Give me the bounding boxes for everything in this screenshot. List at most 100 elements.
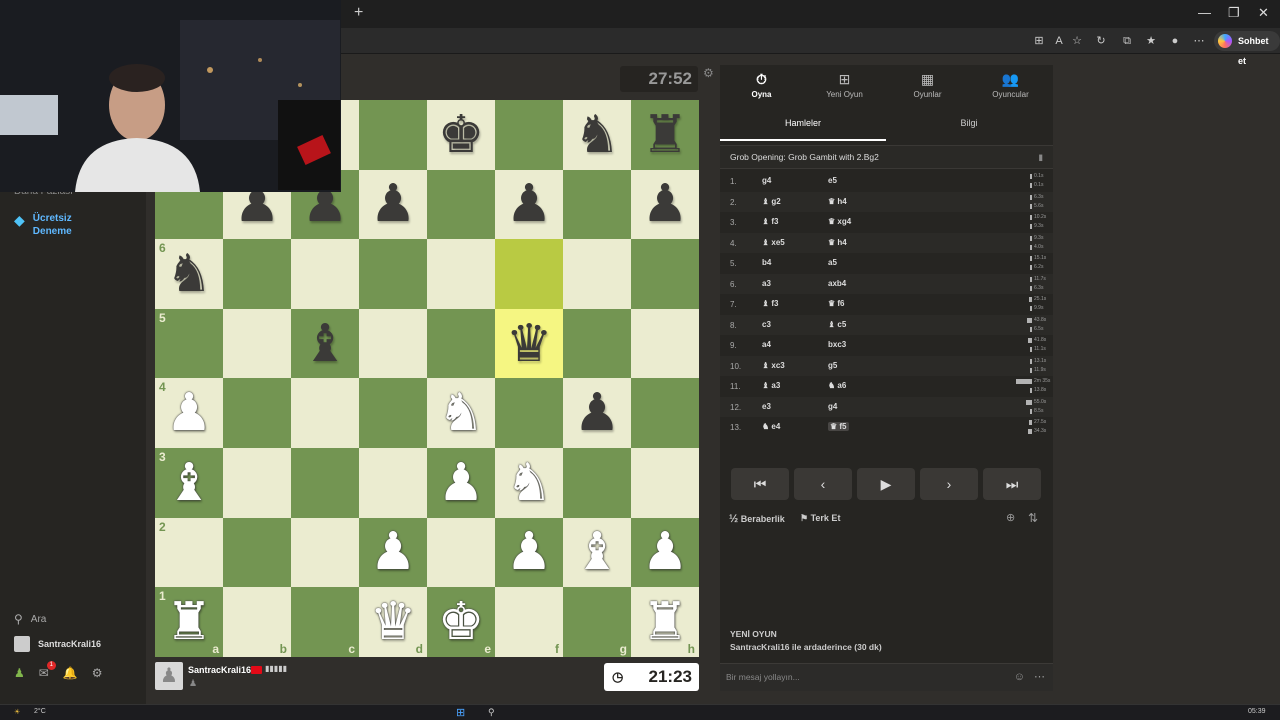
white-knight-icon[interactable]: ♞: [438, 387, 485, 439]
square-e3[interactable]: ♟: [427, 447, 495, 518]
square-d7[interactable]: ♟: [359, 169, 427, 240]
white-move[interactable]: ♝ g2: [762, 197, 781, 206]
add-time-icon[interactable]: ⊕: [1006, 511, 1015, 524]
square-a5[interactable]: 5: [155, 308, 223, 379]
white-move[interactable]: a4: [762, 340, 771, 349]
friends-icon[interactable]: ♟: [14, 666, 25, 680]
black-pawn-icon[interactable]: ♟: [642, 178, 689, 230]
profile-icon[interactable]: ●: [1166, 33, 1184, 49]
player-name[interactable]: SantracKrali16: [188, 665, 251, 675]
square-e1[interactable]: e ♚: [427, 587, 495, 657]
black-move[interactable]: e5: [828, 176, 837, 185]
white-bishop-icon[interactable]: ♝: [166, 457, 213, 509]
apps-icon[interactable]: ⊞: [1030, 33, 1048, 49]
favorites-bar-icon[interactable]: ★: [1142, 33, 1160, 49]
square-e8[interactable]: ♚: [427, 100, 495, 170]
resign-button[interactable]: ⚑ Terk Et: [800, 513, 840, 524]
square-f2[interactable]: ♟: [495, 517, 563, 588]
copilot-button[interactable]: Sohbet et: [1214, 31, 1280, 66]
square-c5[interactable]: ♝: [291, 308, 359, 379]
black-queen-icon[interactable]: ♛: [506, 318, 553, 370]
black-move[interactable]: g5: [828, 361, 837, 370]
white-move[interactable]: c3: [762, 320, 771, 329]
mail-icon[interactable]: ✉ 1: [39, 661, 56, 680]
square-f7[interactable]: ♟: [495, 169, 563, 240]
square-a1[interactable]: 1 a ♜: [155, 587, 223, 657]
square-b1[interactable]: b: [223, 587, 291, 657]
square-b5[interactable]: [223, 308, 291, 379]
square-f8[interactable]: [495, 100, 563, 170]
white-move[interactable]: b4: [762, 258, 771, 267]
more-icon[interactable]: ⋯: [1034, 664, 1045, 690]
square-h2[interactable]: ♟: [631, 517, 699, 588]
white-knight-icon[interactable]: ♞: [506, 457, 553, 509]
square-e6[interactable]: [427, 239, 495, 309]
square-g8[interactable]: ♞: [563, 100, 631, 170]
new-tab-button[interactable]: +: [354, 4, 363, 22]
white-queen-icon[interactable]: ♛: [370, 596, 417, 648]
black-move[interactable]: ♞ a6: [828, 381, 846, 390]
bell-icon[interactable]: 🔔: [63, 666, 78, 680]
square-g2[interactable]: ♝: [563, 517, 631, 588]
book-icon[interactable]: ▮: [1038, 146, 1043, 168]
square-d1[interactable]: d ♛: [359, 587, 427, 657]
draw-button[interactable]: ½ Beraberlik: [729, 513, 785, 525]
square-d5[interactable]: [359, 308, 427, 379]
black-king-icon[interactable]: ♚: [438, 109, 485, 161]
square-h5[interactable]: [631, 308, 699, 379]
white-move[interactable]: g4: [762, 176, 771, 185]
square-h7[interactable]: ♟: [631, 169, 699, 240]
square-f5[interactable]: ♛: [495, 308, 563, 379]
more-icon[interactable]: ⋯: [1190, 33, 1208, 49]
taskbar-search-icon[interactable]: ⚲: [488, 707, 495, 718]
square-g5[interactable]: [563, 308, 631, 379]
white-rook-icon[interactable]: ♜: [166, 596, 213, 648]
white-king-icon[interactable]: ♚: [438, 596, 485, 648]
minimize-button[interactable]: —: [1198, 5, 1211, 20]
last-move-button[interactable]: ⏭: [983, 468, 1041, 500]
emoji-icon[interactable]: ☺: [1014, 664, 1025, 690]
square-c3[interactable]: [291, 447, 359, 518]
black-move[interactable]: bxc3: [828, 340, 846, 349]
nav-play[interactable]: ⏱ Oyna: [720, 71, 803, 99]
square-a3[interactable]: 3 ♝: [155, 447, 223, 518]
square-e5[interactable]: [427, 308, 495, 379]
square-c1[interactable]: c: [291, 587, 359, 657]
next-move-button[interactable]: ›: [920, 468, 978, 500]
first-move-button[interactable]: ⏮: [731, 468, 789, 500]
square-e7[interactable]: [427, 169, 495, 240]
white-pawn-icon[interactable]: ♟: [642, 526, 689, 578]
white-move[interactable]: ♝ xe5: [762, 238, 785, 247]
refresh-icon[interactable]: ↻: [1092, 33, 1110, 49]
white-pawn-icon[interactable]: ♟: [438, 457, 485, 509]
maximize-button[interactable]: ❐: [1228, 5, 1240, 21]
black-pawn-icon[interactable]: ♟: [370, 178, 417, 230]
play-button[interactable]: ▶: [857, 468, 915, 500]
square-d6[interactable]: [359, 239, 427, 309]
white-pawn-icon[interactable]: ♟: [166, 387, 213, 439]
white-move[interactable]: e3: [762, 402, 771, 411]
black-pawn-icon[interactable]: ♟: [506, 178, 553, 230]
square-h3[interactable]: [631, 447, 699, 518]
square-c4[interactable]: [291, 378, 359, 448]
flip-board-icon[interactable]: ⇅: [1028, 511, 1038, 525]
square-d4[interactable]: [359, 378, 427, 448]
black-move[interactable]: a5: [828, 258, 837, 267]
square-e4[interactable]: ♞: [427, 378, 495, 448]
black-move[interactable]: ♛ f5: [828, 422, 849, 431]
square-d3[interactable]: [359, 447, 427, 518]
black-move[interactable]: ♛ h4: [828, 197, 847, 206]
square-g7[interactable]: [563, 169, 631, 240]
prev-move-button[interactable]: ‹: [794, 468, 852, 500]
white-bishop-icon[interactable]: ♝: [574, 526, 621, 578]
extensions-icon[interactable]: ⧉: [1118, 33, 1136, 49]
favorite-icon[interactable]: ☆: [1068, 33, 1086, 49]
square-a4[interactable]: 4 ♟: [155, 378, 223, 448]
square-b6[interactable]: [223, 239, 291, 309]
square-g1[interactable]: g: [563, 587, 631, 657]
sidebar-search[interactable]: ⚲ Ara: [14, 612, 46, 626]
read-aloud-icon[interactable]: A: [1050, 33, 1068, 49]
chat-input[interactable]: Bir mesaj yollayın... ☺ ⋯: [720, 663, 1053, 691]
white-pawn-icon[interactable]: ♟: [506, 526, 553, 578]
white-rook-icon[interactable]: ♜: [642, 596, 689, 648]
